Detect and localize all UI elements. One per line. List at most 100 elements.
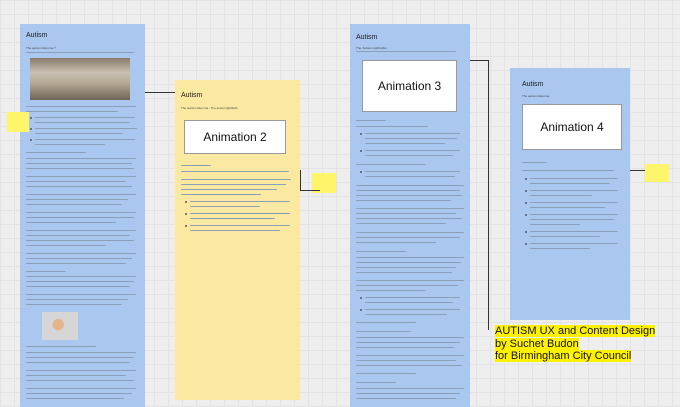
text-line (26, 240, 134, 242)
text-line (190, 201, 290, 203)
text-line (26, 176, 136, 178)
text-line (365, 150, 460, 152)
text-line (26, 106, 136, 108)
text-line (356, 342, 460, 344)
bullet (30, 139, 32, 141)
panel-title: Autism (181, 92, 203, 99)
text-line (26, 222, 116, 224)
connector-arrow (300, 190, 320, 191)
bullet (525, 202, 527, 204)
text-line (26, 263, 126, 265)
text-line (356, 195, 462, 197)
bullet (360, 309, 362, 311)
text-line (26, 230, 136, 232)
text-line (365, 143, 445, 145)
text-line (356, 267, 456, 269)
text-line (356, 223, 446, 225)
library-photo (30, 58, 130, 100)
text-line (26, 186, 132, 188)
text-line (356, 373, 416, 375)
text-line (356, 280, 464, 282)
text-line (356, 51, 456, 53)
text-line (26, 281, 134, 283)
text-line (26, 235, 130, 237)
bullet (185, 201, 187, 203)
text-line (356, 120, 386, 122)
text-line (530, 248, 590, 250)
text-line (356, 257, 464, 259)
text-line (365, 302, 453, 304)
bullet (30, 128, 32, 130)
text-line (530, 195, 592, 197)
text-line (365, 309, 460, 311)
panel-autism-2[interactable]: Autism The autism dilemma - The autism l… (175, 80, 300, 400)
text-line (26, 163, 132, 165)
text-line (26, 299, 128, 301)
sticky-note[interactable] (645, 164, 669, 182)
animation-label: Animation 4 (540, 120, 604, 134)
text-line (356, 360, 456, 362)
panel-autism-1[interactable]: Autism The autism dilemma ? (20, 24, 145, 407)
text-line (356, 355, 464, 357)
text-line (365, 133, 460, 135)
text-line (356, 398, 456, 400)
person-photo (42, 312, 78, 340)
text-line (530, 236, 600, 238)
connector-arrow (488, 60, 489, 330)
animation-label: Animation 2 (203, 130, 267, 144)
text-line (356, 185, 464, 187)
bullet (360, 150, 362, 152)
text-line (181, 165, 211, 167)
text-line (356, 272, 452, 274)
bullet (360, 297, 362, 299)
text-line (530, 243, 618, 245)
panel-subtitle: The autism dilemma (522, 94, 550, 98)
animation-placeholder[interactable]: Animation 4 (522, 104, 622, 150)
text-line (522, 170, 614, 172)
panel-title: Autism (522, 81, 544, 88)
text-line (26, 271, 66, 273)
text-line (26, 286, 130, 288)
text-line (356, 331, 411, 333)
text-line (356, 388, 464, 390)
headline-line-3: for Birmingham City Council (495, 350, 632, 362)
bullet (525, 178, 527, 180)
text-line (26, 253, 136, 255)
text-line (26, 168, 134, 170)
animation-placeholder[interactable]: Animation 2 (184, 120, 286, 154)
panel-subtitle: The 'Autism Lightbulbs' (356, 46, 387, 50)
text-line (190, 225, 290, 227)
panel-autism-4[interactable]: Autism The autism dilemma Animation 4 (510, 68, 630, 320)
text-line (365, 297, 460, 299)
panel-subtitle: The autism dilemma ? (26, 46, 56, 50)
animation-label: Animation 3 (377, 79, 442, 93)
text-line (356, 382, 396, 384)
text-line (26, 194, 136, 196)
sticky-note[interactable] (7, 112, 29, 132)
text-line (26, 346, 96, 348)
text-line (530, 231, 618, 233)
bullet (360, 171, 362, 173)
text-line (530, 207, 605, 209)
text-line (530, 224, 580, 226)
panel-autism-3[interactable]: Autism The 'Autism Lightbulbs' Animation… (350, 24, 470, 407)
text-line (181, 171, 289, 173)
text-line (26, 375, 126, 377)
text-line (356, 190, 460, 192)
text-line (26, 158, 136, 160)
bullet (30, 117, 32, 119)
text-line (356, 208, 464, 210)
text-line (530, 190, 618, 192)
animation-placeholder[interactable]: Animation 3 (362, 60, 457, 112)
text-line (26, 181, 126, 183)
panel-subtitle: The autism dilemma - The autism lightbul… (181, 106, 238, 110)
text-line (356, 290, 426, 292)
text-line (26, 152, 86, 154)
text-line (26, 352, 136, 354)
bullet (525, 214, 527, 216)
text-line (356, 262, 461, 264)
text-line (190, 230, 280, 232)
text-line (530, 178, 618, 180)
text-line (356, 251, 406, 253)
text-line (26, 294, 136, 296)
